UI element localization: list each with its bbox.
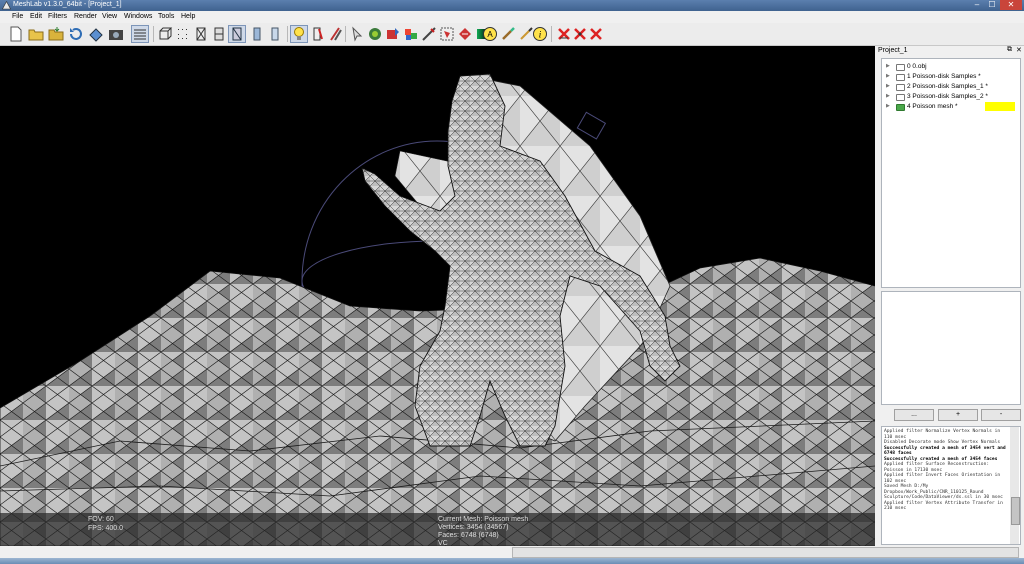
float-panel-icon[interactable]: ⧉ [1007, 46, 1012, 54]
maximize-button[interactable]: ☐ [985, 0, 999, 10]
meshlab-logo-icon [2, 1, 11, 10]
log-line: Applied filter Normalize Vertex Normals … [884, 429, 1001, 440]
select-vertices-icon[interactable] [457, 26, 473, 42]
os-taskbar [0, 558, 1024, 564]
close-window-button[interactable]: ✕ [1000, 0, 1022, 10]
visibility-eye-icon[interactable] [896, 74, 905, 81]
smooth-render-icon[interactable] [267, 26, 283, 42]
expand-arrow-icon[interactable]: ▶ [886, 82, 890, 91]
export-icon[interactable] [88, 26, 104, 42]
toolbar: A i [0, 23, 1024, 46]
measure-icon[interactable] [421, 26, 437, 42]
flat-shading-icon[interactable] [309, 26, 325, 42]
menu-help[interactable]: Help [181, 13, 195, 20]
status-bar [0, 546, 1024, 558]
mesh-render-canvas [0, 73, 875, 546]
save-project-icon[interactable] [48, 26, 64, 42]
log-scrollbar[interactable] [1010, 427, 1020, 544]
new-project-icon[interactable] [8, 26, 24, 42]
visibility-eye-icon[interactable] [896, 64, 905, 71]
log-text: Applied filter Normalize Vertex Normals … [884, 429, 1008, 512]
log-line: Successfully created a mesh of 3454 vert… [884, 445, 1006, 457]
wireframe-render-icon[interactable] [228, 25, 246, 43]
layer-row[interactable]: ▶ 0 0.obj [882, 62, 1018, 71]
annotation-a-icon[interactable]: A [482, 26, 498, 42]
layer-row-selected[interactable]: ▶ 4 Poisson mesh * [882, 102, 1018, 111]
layer-row[interactable]: ▶ 1 Poisson-disk Samples * [882, 72, 1018, 81]
minimize-button[interactable]: – [970, 0, 984, 10]
align-icon[interactable] [367, 26, 383, 42]
expand-arrow-icon[interactable]: ▶ [886, 62, 890, 71]
info-icon[interactable]: i [532, 26, 548, 42]
close-panel-icon[interactable]: ✕ [1016, 46, 1022, 54]
open-project-icon[interactable] [28, 26, 44, 42]
points-render-icon[interactable] [175, 26, 191, 42]
log-line: Applied filter Vertex Attribute Transfer… [884, 500, 1003, 512]
menu-tools[interactable]: Tools [158, 13, 174, 20]
layers-panel-icon[interactable] [131, 25, 149, 43]
more-button[interactable]: ... [894, 409, 934, 421]
current-mesh-label: Current Mesh: Poisson mesh [438, 516, 529, 523]
layer-name: 2 Poisson-disk Samples_1 * [907, 83, 988, 90]
visibility-eye-icon[interactable] [896, 84, 905, 91]
paint-brush-icon[interactable] [500, 26, 516, 42]
viewport-info-bar: FOV: 60 FPS: 400.0 Current Mesh: Poisson… [0, 513, 875, 546]
hidden-lines-icon[interactable] [211, 26, 227, 42]
progress-bar [512, 547, 1019, 558]
delete-vertices-icon[interactable] [572, 26, 588, 42]
move-arrows-icon[interactable] [385, 26, 401, 42]
layer-name: 4 Poisson mesh * [907, 103, 958, 110]
layer-row[interactable]: ▶ 2 Poisson-disk Samples_1 * [882, 82, 1018, 91]
log-line: Disabled Decorate mode Show Vertex Norma… [884, 440, 1001, 445]
fov-label: FOV: 60 [88, 516, 114, 523]
flat-render-icon[interactable] [249, 26, 265, 42]
layer-row[interactable]: ▶ 3 Poisson-disk Samples_2 * [882, 92, 1018, 101]
color-paint-icon[interactable] [403, 26, 419, 42]
select-faces-icon[interactable] [439, 26, 455, 42]
svg-text:A: A [487, 30, 493, 39]
log-line: Applied filter Surface Reconstruction: P… [884, 462, 990, 473]
colorize-icon[interactable] [327, 26, 343, 42]
3d-viewport[interactable]: FOV: 60 FPS: 400.0 Current Mesh: Poisson… [0, 46, 875, 546]
menu-edit[interactable]: Edit [30, 13, 42, 20]
project-title: Project_1 [878, 47, 908, 54]
fps-label: FPS: 400.0 [88, 525, 124, 532]
log-line: Saved Mesh D:/My Dropbox/Work_Public/CNR… [884, 484, 1003, 500]
menu-render[interactable]: Render [74, 13, 97, 20]
menu-view[interactable]: View [102, 13, 117, 20]
title-bar: MeshLab v1.3.0_64bit - [Project_1] – ☐ ✕ [0, 0, 1024, 11]
remove-button[interactable]: - [981, 409, 1021, 421]
layer-name: 1 Poisson-disk Samples * [907, 73, 981, 80]
visibility-eye-icon[interactable] [896, 104, 905, 111]
menu-filters[interactable]: Filters [48, 13, 67, 20]
log-window: Applied filter Normalize Vertex Normals … [881, 426, 1021, 545]
visibility-eye-icon[interactable] [896, 94, 905, 101]
scroll-thumb[interactable] [1011, 497, 1020, 525]
pick-pointer-icon[interactable] [349, 26, 365, 42]
decorator-panel [881, 291, 1021, 405]
bbox-render-icon[interactable] [157, 26, 173, 42]
window-title: MeshLab v1.3.0_64bit - [Project_1] [13, 1, 122, 8]
light-bulb-icon[interactable] [290, 25, 308, 43]
add-button[interactable]: + [938, 409, 978, 421]
snapshot-icon[interactable] [108, 26, 124, 42]
expand-arrow-icon[interactable]: ▶ [886, 72, 890, 81]
delete-faces-icon[interactable] [556, 26, 572, 42]
layer-name: 0 0.obj [907, 63, 927, 70]
wireframe-mesh-icon[interactable] [193, 26, 209, 42]
menu-windows[interactable]: Windows [124, 13, 152, 20]
menu-bar: File Edit Filters Render View Windows To… [0, 11, 1024, 23]
expand-arrow-icon[interactable]: ▶ [886, 102, 890, 111]
faces-label: Faces: 6748 (6748) [438, 532, 499, 539]
delete-all-icon[interactable] [588, 26, 604, 42]
reload-icon[interactable] [68, 26, 84, 42]
expand-arrow-icon[interactable]: ▶ [886, 92, 890, 101]
menu-file[interactable]: File [12, 13, 23, 20]
layer-tree: ▶ 0 0.obj ▶ 1 Poisson-disk Samples * ▶ 2… [881, 58, 1021, 288]
layer-name: 3 Poisson-disk Samples_2 * [907, 93, 988, 100]
layer-dialog: Project_1 ⧉ ✕ ▶ 0 0.obj ▶ 1 Poisson-disk… [876, 46, 1024, 546]
log-line: Applied filter Invert Faces Orientation … [884, 473, 1001, 484]
layer-highlight [985, 102, 1015, 111]
vertices-label: Vertices: 3454 (34567) [438, 524, 509, 531]
